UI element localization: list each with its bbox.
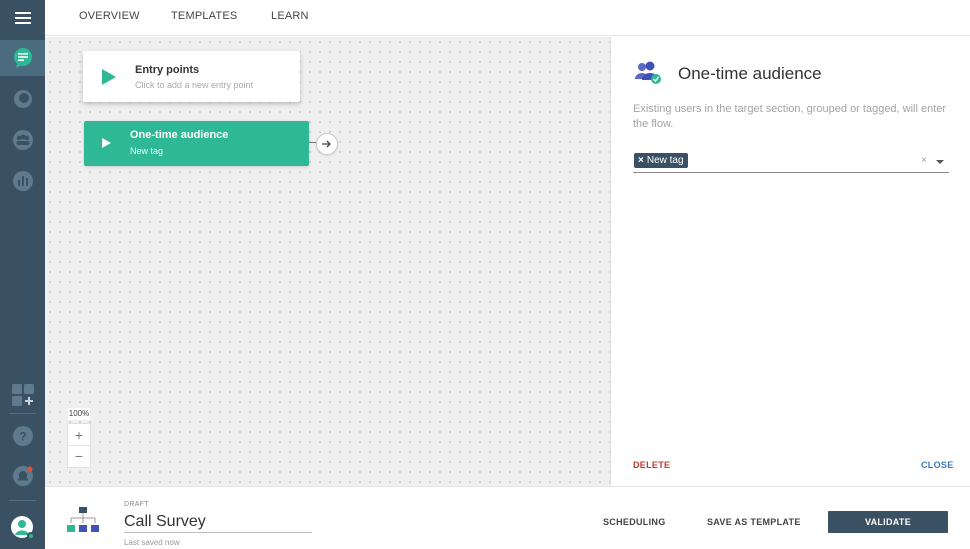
flow-name-input[interactable]: Call Survey	[124, 513, 312, 533]
sidebar-item-flows[interactable]	[0, 40, 45, 76]
sidebar-item-audience[interactable]	[0, 122, 45, 158]
remove-tag-icon[interactable]: ×	[638, 155, 644, 166]
notifications-button[interactable]	[0, 458, 45, 494]
add-next-step-button[interactable]	[316, 133, 338, 155]
audience-icon	[635, 61, 661, 84]
flow-diagram-icon	[67, 507, 99, 532]
entry-node-subtitle: Click to add a new entry point	[135, 80, 254, 90]
clear-selection-icon[interactable]: ×	[921, 155, 927, 166]
help-icon: ?	[12, 426, 33, 446]
zoom-controls: + −	[67, 423, 91, 468]
tag-select-field[interactable]: × New tag ×	[633, 152, 949, 173]
entry-node-title: Entry points	[135, 64, 200, 76]
selected-tag-label: New tag	[646, 155, 684, 166]
play-icon	[102, 69, 116, 85]
node-connector-line	[309, 142, 316, 143]
chat-flow-icon	[13, 48, 32, 68]
add-apps-button[interactable]	[0, 377, 45, 413]
sidebar-divider	[9, 413, 36, 414]
sidebar-item-conversations[interactable]	[0, 81, 45, 117]
add-apps-icon	[11, 384, 34, 406]
profile-icon	[10, 516, 35, 540]
selected-tag-chip[interactable]: × New tag	[634, 153, 688, 168]
flow-status: DRAFT	[124, 501, 149, 508]
save-as-template-button[interactable]: SAVE AS TEMPLATE	[707, 517, 801, 527]
profile-button[interactable]	[0, 510, 45, 546]
chevron-down-icon[interactable]	[936, 160, 944, 164]
arrow-right-icon	[322, 140, 331, 148]
conversations-icon	[13, 90, 32, 108]
menu-button[interactable]	[0, 0, 45, 36]
validate-button[interactable]: VALIDATE	[828, 511, 948, 533]
top-navigation: OVERVIEW TEMPLATES LEARN	[45, 0, 970, 36]
sidebar-item-analytics[interactable]	[0, 163, 45, 199]
panel-title: One-time audience	[678, 64, 822, 83]
node-settings-panel: One-time audience Existing users in the …	[610, 37, 970, 486]
zoom-in-button[interactable]: +	[68, 424, 90, 445]
close-button[interactable]: CLOSE	[921, 460, 954, 470]
sidebar: ?	[0, 0, 45, 549]
saved-status: Last saved now	[124, 538, 180, 547]
one-time-audience-node[interactable]: One-time audience New tag	[84, 121, 309, 166]
delete-button[interactable]: DELETE	[633, 460, 670, 470]
panel-description: Existing users in the target section, gr…	[633, 103, 947, 130]
menu-icon	[14, 12, 31, 24]
footer-bar: DRAFT Call Survey Last saved now SCHEDUL…	[45, 486, 970, 549]
analytics-icon	[12, 171, 33, 191]
tab-learn[interactable]: LEARN	[271, 10, 309, 22]
play-icon	[102, 138, 111, 148]
help-button[interactable]: ?	[0, 418, 45, 454]
scheduling-button[interactable]: SCHEDULING	[603, 517, 666, 527]
tab-templates[interactable]: TEMPLATES	[171, 10, 237, 22]
audience-node-title: One-time audience	[130, 129, 229, 141]
flow-canvas[interactable]: Entry points Click to add a new entry po…	[45, 37, 610, 486]
audience-icon	[12, 130, 33, 150]
notifications-icon	[12, 466, 33, 486]
svg-text:?: ?	[19, 430, 26, 444]
zoom-level: 100%	[68, 408, 90, 420]
zoom-out-button[interactable]: −	[68, 445, 90, 466]
sidebar-divider	[9, 500, 36, 501]
audience-node-subtitle: New tag	[130, 146, 164, 156]
entry-points-node[interactable]: Entry points Click to add a new entry po…	[83, 51, 300, 102]
tab-overview[interactable]: OVERVIEW	[79, 10, 140, 22]
